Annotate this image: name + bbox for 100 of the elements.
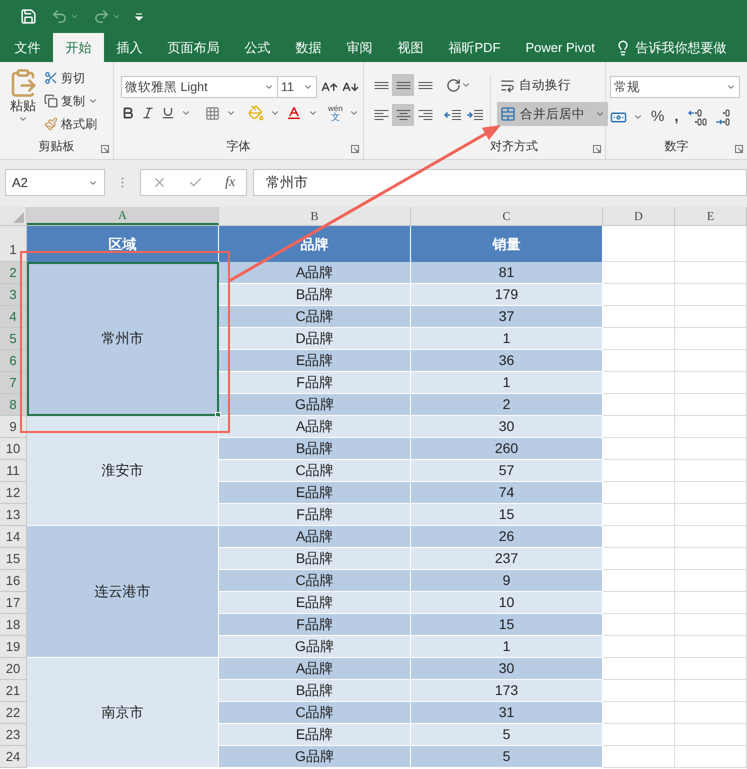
row-header[interactable]: 11: [0, 460, 27, 482]
percent-button[interactable]: %: [649, 106, 666, 128]
increase-indent-icon[interactable]: [466, 107, 484, 123]
empty-cell[interactable]: [675, 350, 747, 372]
bold-icon[interactable]: [121, 106, 135, 120]
borders-icon[interactable]: [205, 106, 220, 120]
redo-icon[interactable]: [93, 8, 110, 25]
row-header[interactable]: 5: [0, 328, 27, 350]
undo-icon[interactable]: [51, 8, 68, 25]
select-all-icon[interactable]: [13, 212, 24, 223]
row-header[interactable]: 3: [0, 284, 27, 306]
empty-cell[interactable]: [675, 438, 747, 460]
row-header[interactable]: 21: [0, 680, 27, 702]
ribbon-tab[interactable]: 审阅: [334, 33, 385, 62]
row-header[interactable]: 7: [0, 372, 27, 394]
empty-cell[interactable]: [675, 746, 747, 768]
empty-cell[interactable]: [675, 306, 747, 328]
row-header[interactable]: 9: [0, 416, 27, 438]
ribbon-tab[interactable]: 视图: [385, 33, 436, 62]
ribbon-tab[interactable]: 福昕PDF: [436, 33, 513, 62]
row-header[interactable]: 23: [0, 724, 27, 746]
row-header[interactable]: 6: [0, 350, 27, 372]
row-header[interactable]: 17: [0, 592, 27, 614]
ribbon-tab[interactable]: 开始: [53, 33, 104, 62]
row-header[interactable]: 2: [0, 262, 27, 284]
insert-function-button[interactable]: fx: [225, 172, 236, 193]
row-header[interactable]: 1: [0, 226, 27, 262]
cut-button[interactable]: 剪切: [44, 68, 98, 88]
number-format-field[interactable]: 常规: [610, 76, 740, 98]
empty-cell[interactable]: [675, 226, 747, 262]
underline-icon[interactable]: [161, 106, 175, 120]
empty-cell[interactable]: [675, 658, 747, 680]
ribbon-tab[interactable]: Power Pivot: [513, 33, 608, 62]
row-header[interactable]: 19: [0, 636, 27, 658]
column-header[interactable]: C: [411, 207, 603, 225]
caret-icon[interactable]: [112, 12, 121, 21]
phonetic-guide-button[interactable]: wén 文: [328, 104, 343, 122]
empty-cell[interactable]: [675, 394, 747, 416]
merged-cell[interactable]: 常州市: [27, 262, 219, 416]
dialog-launcher-icon[interactable]: [351, 145, 359, 153]
ribbon-tab[interactable]: 页面布局: [155, 33, 232, 62]
font-color-icon[interactable]: [286, 105, 302, 121]
merged-cell[interactable]: 连云港市: [27, 526, 219, 658]
empty-cell[interactable]: [675, 460, 747, 482]
row-header[interactable]: 13: [0, 504, 27, 526]
column-header[interactable]: E: [675, 207, 747, 225]
dialog-launcher-icon[interactable]: [593, 145, 601, 153]
row-header[interactable]: 10: [0, 438, 27, 460]
font-size-field[interactable]: 11: [278, 76, 317, 98]
row-header[interactable]: 16: [0, 570, 27, 592]
tell-me-field[interactable]: 告诉我你想要做: [635, 38, 726, 58]
ribbon-tab[interactable]: 数据: [283, 33, 334, 62]
increase-decimal-icon[interactable]: [686, 108, 709, 126]
empty-cell[interactable]: [675, 614, 747, 636]
align-middle-button[interactable]: [392, 74, 414, 96]
row-header[interactable]: 15: [0, 548, 27, 570]
save-icon[interactable]: [20, 8, 37, 25]
empty-cell[interactable]: [675, 262, 747, 284]
row-header[interactable]: 8: [0, 394, 27, 416]
empty-cell[interactable]: [675, 548, 747, 570]
comma-button[interactable]: ,: [672, 106, 681, 128]
customize-toolbar-icon[interactable]: [135, 12, 143, 20]
empty-cell[interactable]: [675, 328, 747, 350]
merge-center-button[interactable]: 合并后居中: [497, 102, 608, 126]
empty-cell[interactable]: [675, 636, 747, 658]
copy-button[interactable]: 复制: [44, 91, 98, 111]
fill-color-icon[interactable]: [248, 105, 264, 121]
empty-cell[interactable]: [675, 482, 747, 504]
row-header[interactable]: 22: [0, 702, 27, 724]
row-header[interactable]: 24: [0, 746, 27, 768]
italic-icon[interactable]: [141, 106, 155, 120]
paste-button[interactable]: 粘贴: [6, 68, 40, 137]
font-name-field[interactable]: 微软雅黑 Light: [121, 76, 278, 98]
orientation-icon[interactable]: [446, 78, 461, 92]
column-header[interactable]: D: [603, 207, 675, 225]
ribbon-tab[interactable]: 插入: [104, 33, 155, 62]
align-center-button[interactable]: [392, 104, 414, 126]
empty-cell[interactable]: [675, 570, 747, 592]
dialog-launcher-icon[interactable]: [735, 145, 743, 153]
formula-field[interactable]: 常州市: [253, 169, 747, 196]
row-header[interactable]: 4: [0, 306, 27, 328]
merged-cell[interactable]: 南京市: [27, 658, 219, 768]
caret-icon[interactable]: [70, 12, 79, 21]
row-header[interactable]: 20: [0, 658, 27, 680]
empty-cell[interactable]: [675, 526, 747, 548]
name-box[interactable]: A2: [5, 169, 105, 196]
format-painter-button[interactable]: 格式刷: [44, 114, 98, 134]
empty-cell[interactable]: [675, 724, 747, 746]
merged-cell[interactable]: 淮安市: [27, 416, 219, 526]
empty-cell[interactable]: [675, 416, 747, 438]
ribbon-tab[interactable]: 公式: [232, 33, 283, 62]
dialog-launcher-icon[interactable]: [101, 145, 109, 153]
empty-cell[interactable]: [675, 504, 747, 526]
row-header[interactable]: 12: [0, 482, 27, 504]
empty-cell[interactable]: [675, 372, 747, 394]
empty-cell[interactable]: [675, 592, 747, 614]
row-header[interactable]: 18: [0, 614, 27, 636]
empty-cell[interactable]: [675, 284, 747, 306]
empty-cell[interactable]: [675, 702, 747, 724]
wrap-text-button[interactable]: 自动换行: [497, 74, 608, 96]
